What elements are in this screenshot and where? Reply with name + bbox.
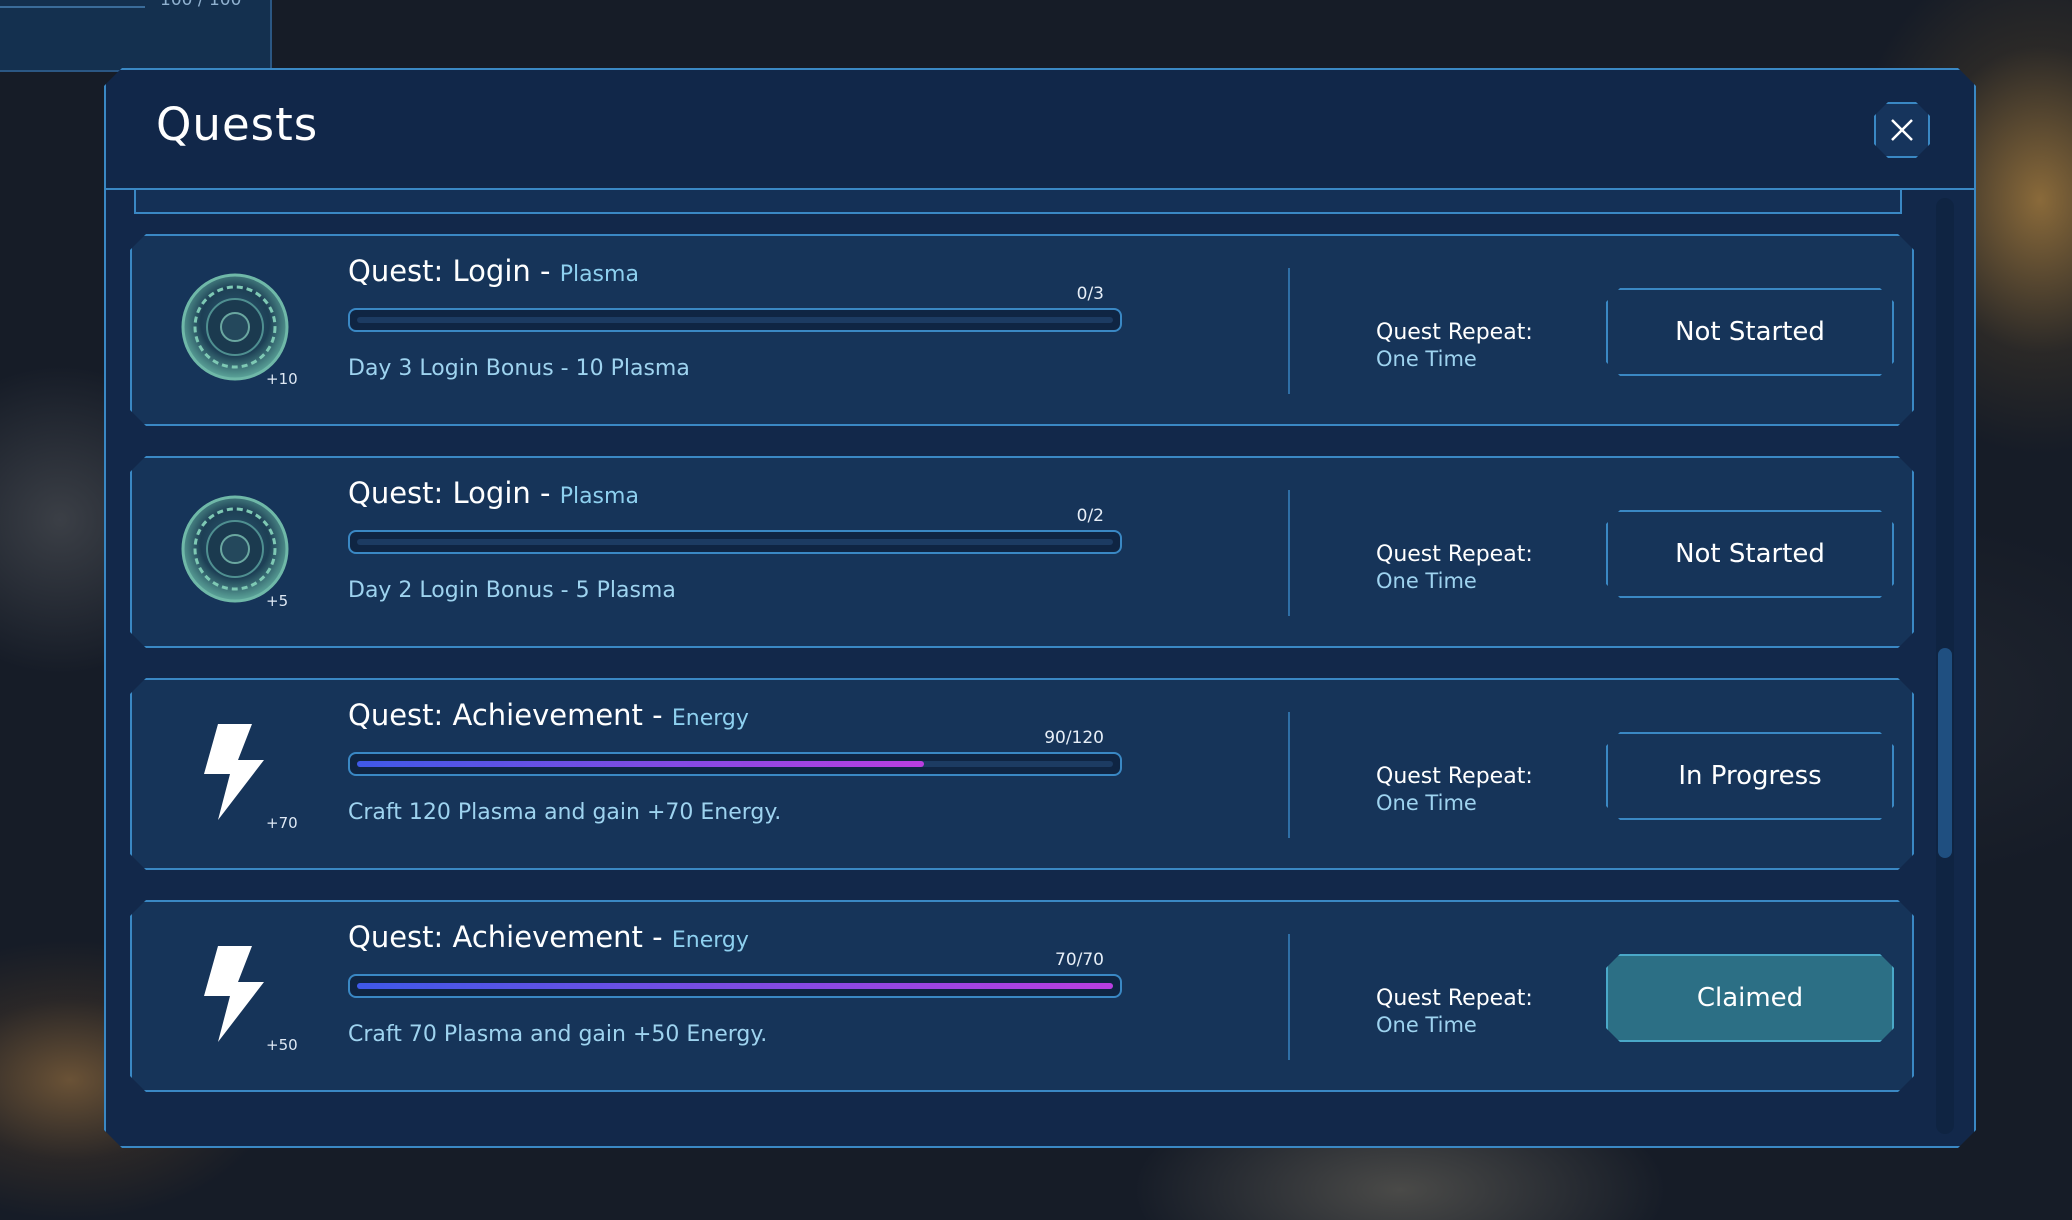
quest-currency: Plasma: [559, 484, 639, 509]
quest-description: Craft 70 Plasma and gain +50 Energy.: [348, 1022, 768, 1047]
progress-rail: [357, 539, 1113, 545]
quests-modal: Quests +10 Quest: Login - Plasma 0/3 Day…: [104, 68, 1976, 1148]
quest-list[interactable]: +10 Quest: Login - Plasma 0/3 Day 3 Logi…: [106, 190, 1974, 1146]
quest-description: Craft 120 Plasma and gain +70 Energy.: [348, 800, 782, 825]
quest-repeat-value: One Time: [1376, 1013, 1477, 1037]
quest-type: Login: [452, 476, 531, 510]
title-separator: -: [540, 476, 560, 510]
modal-header: Quests: [106, 70, 1974, 190]
hud-resource-value: 100 / 100: [160, 0, 242, 10]
modal-title: Quests: [156, 98, 319, 151]
quest-card-2: +5 Quest: Login - Plasma 0/2 Day 2 Login…: [130, 456, 1914, 648]
quest-repeat-value: One Time: [1376, 791, 1477, 815]
quest-title: Quest: Login - Plasma: [348, 254, 639, 288]
quest-type: Login: [452, 254, 531, 288]
quest-description: Day 3 Login Bonus - 10 Plasma: [348, 356, 690, 381]
title-separator: -: [652, 920, 672, 954]
quest-prefix: Quest:: [348, 254, 444, 288]
hud-resource-bar: [0, 0, 145, 8]
quest-currency: Plasma: [559, 262, 639, 287]
plasma-orb-icon: [180, 494, 290, 604]
card-divider: [1288, 490, 1290, 616]
hud-resource-panel: 100 / 100: [0, 0, 272, 72]
quest-repeat-label: Quest Repeat:: [1376, 764, 1533, 789]
card-divider: [1288, 712, 1290, 838]
card-divider: [1288, 934, 1290, 1060]
lightning-bolt-icon: [180, 938, 290, 1048]
progress-count: 0/3: [1076, 284, 1104, 304]
quest-prefix: Quest:: [348, 920, 444, 954]
quest-status-button[interactable]: In Progress: [1606, 732, 1894, 820]
reward-amount: +5: [266, 592, 289, 610]
quest-type: Achievement: [452, 698, 643, 732]
quest-repeat-label: Quest Repeat:: [1376, 542, 1533, 567]
progress-fill: [357, 983, 1113, 989]
lightning-bolt-icon: [180, 716, 290, 826]
title-separator: -: [652, 698, 672, 732]
quest-title: Quest: Login - Plasma: [348, 476, 639, 510]
quest-repeat-label: Quest Repeat:: [1376, 986, 1533, 1011]
close-icon: [1888, 116, 1916, 144]
reward-amount: +50: [266, 1036, 298, 1054]
quest-status-button[interactable]: Not Started: [1606, 288, 1894, 376]
progress-bar: [348, 974, 1122, 998]
progress-count: 0/2: [1076, 506, 1104, 526]
progress-fill: [357, 761, 924, 767]
progress-bar: [348, 308, 1122, 332]
progress-bar: [348, 530, 1122, 554]
quest-card-4: +50 Quest: Achievement - Energy 70/70 Cr…: [130, 900, 1914, 1092]
quest-description: Day 2 Login Bonus - 5 Plasma: [348, 578, 676, 603]
quest-prefix: Quest:: [348, 476, 444, 510]
progress-rail: [357, 317, 1113, 323]
quest-type: Achievement: [452, 920, 643, 954]
plasma-orb-icon: [180, 272, 290, 382]
quest-card-3: +70 Quest: Achievement - Energy 90/120 C…: [130, 678, 1914, 870]
reward-amount: +70: [266, 814, 298, 832]
progress-count: 90/120: [1044, 728, 1104, 748]
quest-list-scrollbar[interactable]: [1936, 198, 1954, 1134]
quest-repeat-label: Quest Repeat:: [1376, 320, 1533, 345]
quest-title: Quest: Achievement - Energy: [348, 920, 749, 954]
quest-repeat-value: One Time: [1376, 347, 1477, 371]
quest-prefix: Quest:: [348, 698, 444, 732]
quest-card-partial-top: [134, 190, 1902, 214]
quest-currency: Energy: [671, 928, 749, 953]
progress-count: 70/70: [1055, 950, 1104, 970]
quest-status-button[interactable]: Claimed: [1606, 954, 1894, 1042]
quest-card-1: +10 Quest: Login - Plasma 0/3 Day 3 Logi…: [130, 234, 1914, 426]
quest-status-button[interactable]: Not Started: [1606, 510, 1894, 598]
progress-bar: [348, 752, 1122, 776]
reward-amount: +10: [266, 370, 298, 388]
card-divider: [1288, 268, 1290, 394]
quest-currency: Energy: [671, 706, 749, 731]
quest-repeat-value: One Time: [1376, 569, 1477, 593]
title-separator: -: [540, 254, 560, 288]
quest-title: Quest: Achievement - Energy: [348, 698, 749, 732]
close-button[interactable]: [1874, 102, 1930, 158]
scrollbar-thumb[interactable]: [1938, 648, 1952, 858]
